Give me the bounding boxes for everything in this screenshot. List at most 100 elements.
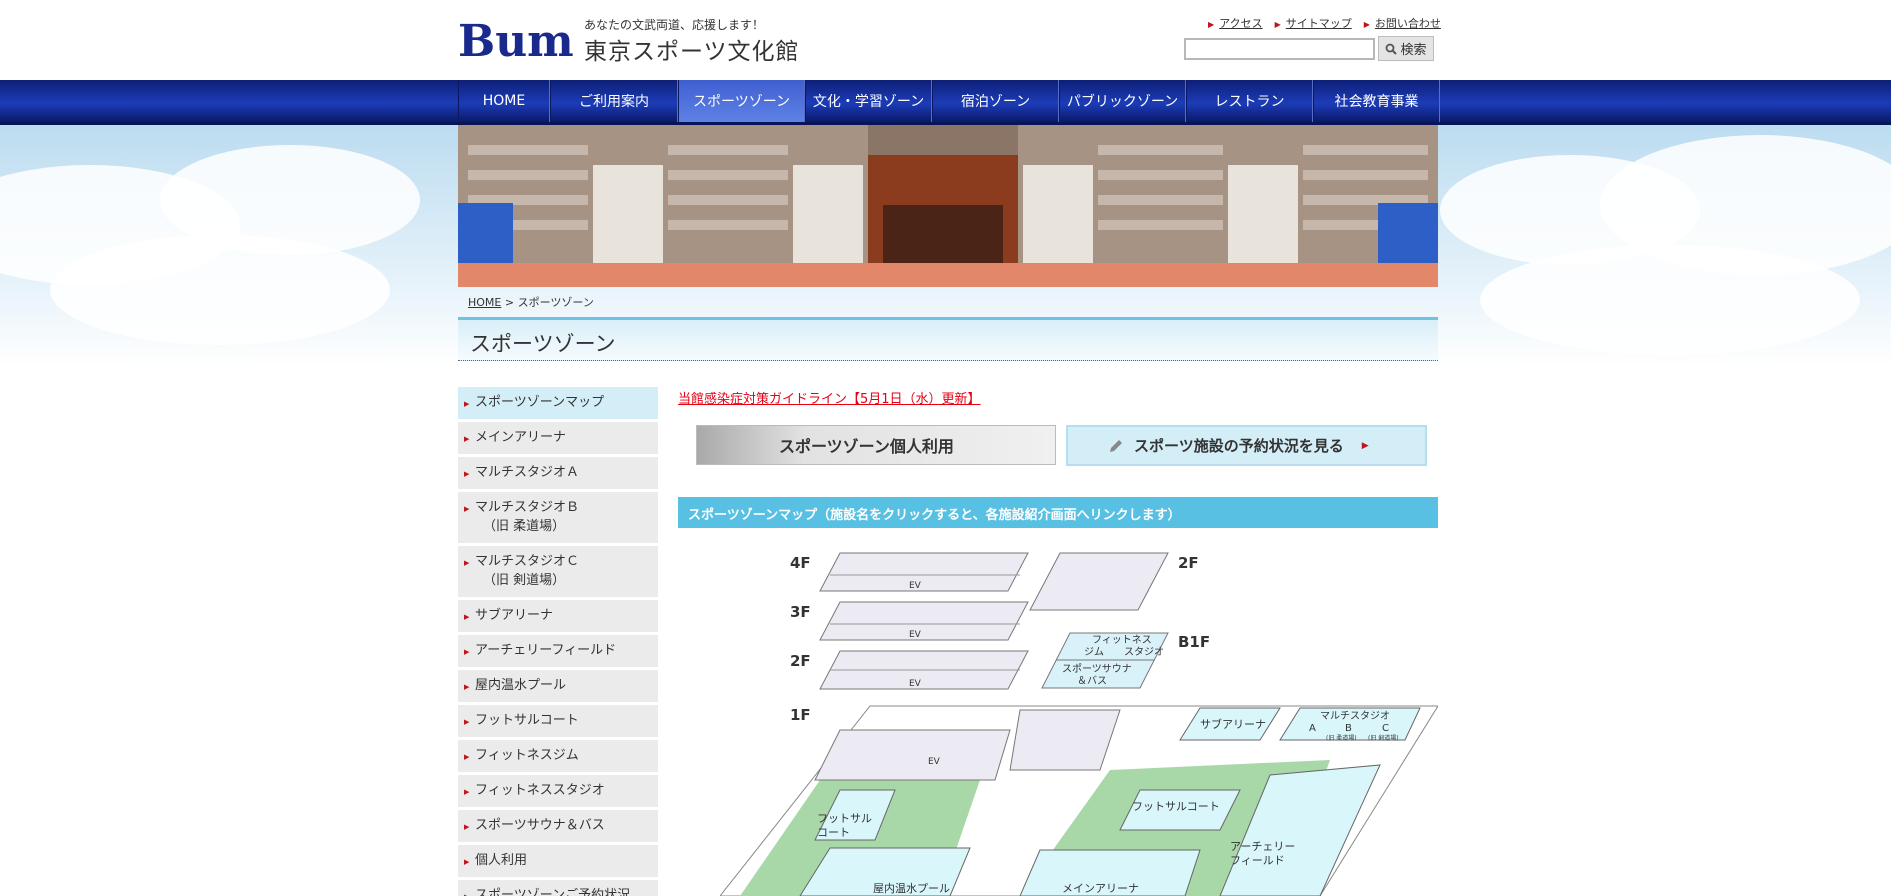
top-links: アクセス サイトマップ お問い合わせ [1208, 15, 1441, 31]
sidebar-item-sauna-bath[interactable]: スポーツサウナ＆バス [458, 810, 658, 845]
futsal-court-label: フットサルコート [1132, 800, 1220, 813]
futsal-label: フットサル [817, 812, 872, 825]
search-icon [1386, 43, 1398, 55]
nav-education[interactable]: 社会教育事業 [1313, 80, 1440, 122]
multi-studio-c-label: C [1382, 723, 1389, 734]
sidebar-item-sports-zone-map[interactable]: スポーツゾーンマップ [458, 387, 658, 422]
sidebar-item-reservation-status[interactable]: スポーツゾーンご予約状況 [458, 880, 658, 896]
ev-label: EV [928, 757, 941, 767]
indoor-pool-label: 屋内温水プール [873, 881, 950, 895]
sidebar-item-label: フィットネススタジオ [475, 783, 605, 798]
sidebar-item-sub: （旧 柔道場） [483, 519, 566, 534]
nav-public-zone[interactable]: パブリックゾーン [1059, 80, 1186, 122]
sub-arena-label: サブアリーナ [1200, 717, 1266, 731]
floor-label-3f: 3F [790, 603, 811, 621]
ev-label: EV [909, 679, 922, 689]
ev-label: EV [909, 630, 922, 640]
sidebar-item-main-arena[interactable]: メインアリーナ [458, 422, 658, 457]
nav-lodging-zone[interactable]: 宿泊ゾーン [932, 80, 1059, 122]
floor-label-2f: 2F [790, 652, 811, 670]
breadcrumb-current: スポーツゾーン [517, 296, 594, 309]
nav-guide[interactable]: ご利用案内 [550, 80, 678, 122]
individual-use-banner[interactable]: スポーツゾーン個人利用 [696, 425, 1056, 465]
floor-2f-plan: EV [819, 650, 1029, 690]
page-title-bar: スポーツゾーン [458, 317, 1438, 361]
logo-text: BumB [458, 16, 574, 62]
nav-sports-zone[interactable]: スポーツゾーン [678, 80, 805, 122]
breadcrumb-separator: > [504, 296, 515, 309]
floor-3f-plan: EV [819, 601, 1029, 641]
access-link[interactable]: アクセス [1208, 15, 1262, 31]
sidebar-item-label: スポーツゾーンマップ [475, 395, 605, 410]
ev-label: EV [909, 581, 922, 591]
sidebar-item-multi-studio-c[interactable]: マルチスタジオＣ （旧 剣道場） [458, 546, 658, 600]
sidebar-item-label: マルチスタジオＢ [475, 500, 580, 515]
sidebar-item-label: 屋内温水プール [475, 678, 567, 693]
multi-studio-label: マルチスタジオ [1320, 710, 1390, 722]
sidebar-item-label: 個人利用 [475, 853, 528, 868]
guideline-notice-link[interactable]: 当館感染症対策ガイドライン【5月1日（水）更新】 [678, 388, 981, 407]
nav-restaurant[interactable]: レストラン [1186, 80, 1313, 122]
sidebar-item-individual-use[interactable]: 個人利用 [458, 845, 658, 880]
studio-b-former-label: (旧 柔道場) [1326, 734, 1357, 742]
archery-label: アーチェリー [1230, 840, 1295, 853]
sidebar-item-label: スポーツゾーンご予約状況 [475, 888, 631, 896]
floor-label-b1f: B1F [1178, 633, 1210, 651]
nav-home[interactable]: HOME [458, 80, 550, 122]
hero-image [458, 125, 1438, 287]
search-button[interactable]: 検索 [1378, 36, 1434, 61]
breadcrumb: HOME > スポーツゾーン [468, 294, 594, 310]
nav-culture-zone[interactable]: 文化・学習ゾーン [805, 80, 932, 122]
search-button-label: 検索 [1400, 43, 1427, 58]
sidebar-item-archery-field[interactable]: アーチェリーフィールド [458, 635, 658, 670]
main-arena-label: メインアリーナ [1062, 882, 1139, 895]
b1f-studio-label: スタジオ [1124, 646, 1164, 658]
sidebar-item-multi-studio-a[interactable]: マルチスタジオＡ [458, 457, 658, 492]
b1f-gym-label: ジム [1084, 646, 1104, 658]
floor-1f-plan: フットサル コート 屋内温水プール フットサルコート アーチェリー フィールド … [719, 705, 1439, 896]
pencil-icon [1110, 439, 1122, 452]
sidebar-item-label: マルチスタジオＡ [475, 465, 580, 480]
sidebar-item-futsal-court[interactable]: フットサルコート [458, 705, 658, 740]
floor-4f-plan: EV [819, 552, 1029, 592]
court-label: コート [817, 826, 850, 839]
contact-link[interactable]: お問い合わせ [1364, 15, 1441, 31]
breadcrumb-home[interactable]: HOME [468, 296, 501, 309]
studio-c-former-label: (旧 剣道場) [1368, 734, 1399, 742]
b1f-fitness-label: フィットネス [1092, 634, 1152, 646]
floor-b1f-plan[interactable]: フィットネス ジム スタジオ スポーツサウナ ＆バス [1041, 632, 1169, 689]
b1f-sauna-label: スポーツサウナ [1062, 663, 1132, 675]
sidebar-menu: スポーツゾーンマップ メインアリーナ マルチスタジオＡ マルチスタジオＢ （旧 柔… [458, 387, 658, 896]
multi-studio-a-label: A [1309, 723, 1316, 734]
global-nav: HOME ご利用案内 スポーツゾーン 文化・学習ゾーン 宿泊ゾーン パブリックゾ… [0, 80, 1891, 125]
sidebar-item-fitness-studio[interactable]: フィットネススタジオ [458, 775, 658, 810]
individual-use-label: スポーツゾーン個人利用 [779, 437, 954, 456]
search-input[interactable] [1184, 38, 1375, 60]
floor-label-2f-right: 2F [1178, 554, 1199, 572]
sidebar-item-label: サブアリーナ [475, 608, 554, 623]
sidebar-item-label: アーチェリーフィールド [475, 643, 617, 658]
field-label: フィールド [1230, 854, 1285, 867]
site-name[interactable]: 東京スポーツ文化館 [584, 32, 800, 66]
sidebar-item-sub: （旧 剣道場） [483, 573, 566, 588]
sports-zone-map: 4F 3F 2F 1F 2F B1F EV EV EV フィットネス ジム スタ… [719, 540, 1439, 896]
site-header: BumB あなたの文武両道、応援します！ 東京スポーツ文化館 アクセス サイトマ… [0, 0, 1891, 80]
sidebar-item-fitness-gym[interactable]: フィットネスジム [458, 740, 658, 775]
reservation-status-label: スポーツ施設の予約状況を見る [1134, 437, 1344, 455]
arrow-right-icon: ▶ [1361, 440, 1369, 451]
floor-2f-right-plan [1029, 552, 1169, 611]
sidebar-item-label: フットサルコート [475, 713, 579, 728]
sidebar-item-multi-studio-b[interactable]: マルチスタジオＢ （旧 柔道場） [458, 492, 658, 546]
sidebar-item-label: マルチスタジオＣ [475, 554, 580, 569]
section-heading: スポーツゾーンマップ（施設名をクリックすると、各施設紹介画面へリンクします） [678, 497, 1438, 528]
tagline: あなたの文武両道、応援します！ [584, 18, 765, 32]
reservation-status-button[interactable]: スポーツ施設の予約状況を見る ▶ [1066, 425, 1427, 466]
floor-label-1f: 1F [790, 706, 811, 724]
sidebar-item-indoor-pool[interactable]: 屋内温水プール [458, 670, 658, 705]
sidebar-item-sub-arena[interactable]: サブアリーナ [458, 600, 658, 635]
sitemap-link[interactable]: サイトマップ [1275, 15, 1352, 31]
bumb-logo[interactable]: BumB [458, 14, 574, 62]
multi-studio-b-label: B [1345, 723, 1352, 734]
floor-label-4f: 4F [790, 554, 811, 572]
page-title: スポーツゾーン [470, 332, 616, 356]
